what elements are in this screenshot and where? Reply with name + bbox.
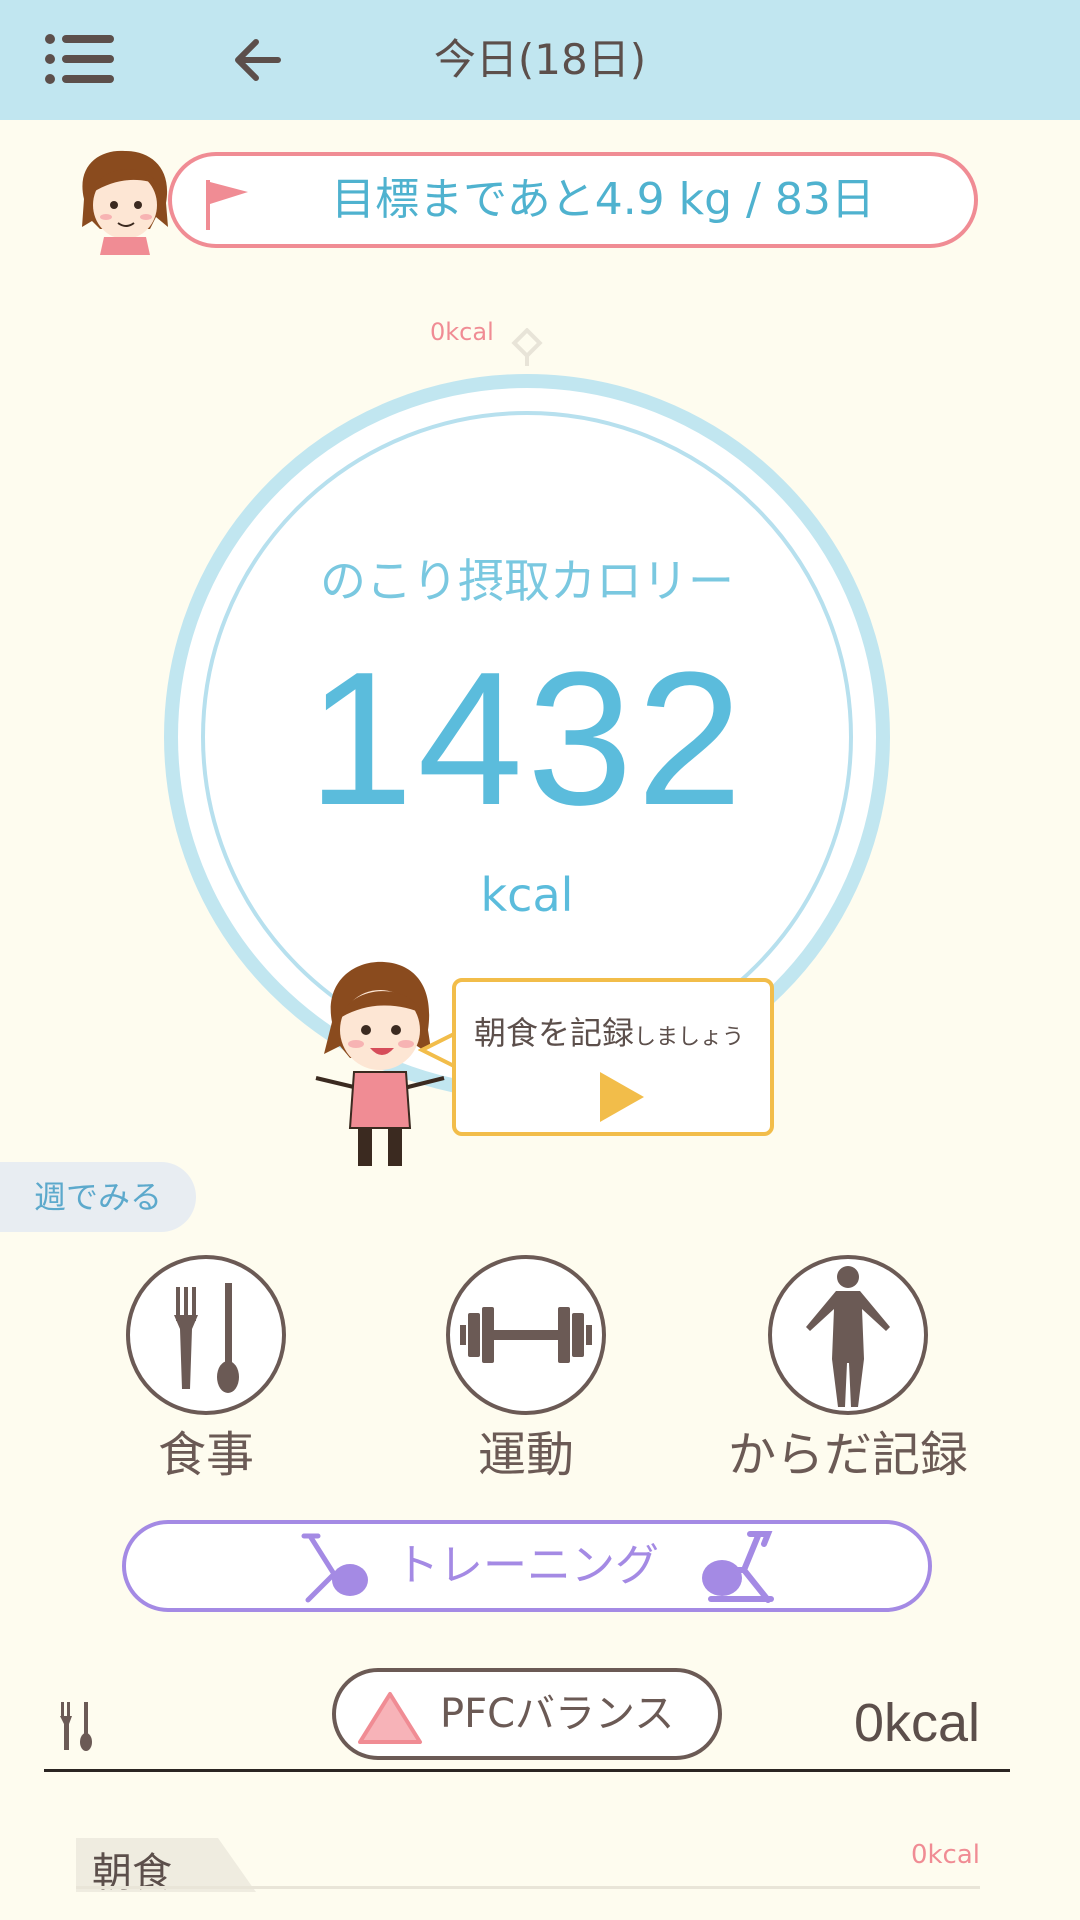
remaining-calorie-caption: のこり摂取カロリー <box>320 554 734 608</box>
pfc-balance-button[interactable]: PFCバランス <box>332 1668 722 1760</box>
pfc-balance-label: PFCバランス <box>440 1691 675 1737</box>
category-body-label: からだ記録 <box>727 1427 968 1483</box>
fork-knife-icon <box>60 1702 92 1751</box>
play-icon[interactable] <box>596 1070 646 1124</box>
training-button[interactable]: トレーニング <box>122 1520 932 1612</box>
page-title: 今日(18日) <box>433 35 647 84</box>
category-body-circle <box>768 1255 928 1415</box>
category-meal-button[interactable]: 食事 <box>86 1255 326 1485</box>
remaining-calorie-unit: kcal <box>480 868 574 922</box>
week-view-tab[interactable]: 週でみる <box>0 1162 196 1232</box>
body-figure-icon <box>806 1266 890 1407</box>
breakfast-kcal: 0kcal <box>910 1840 980 1870</box>
category-exercise-label: 運動 <box>477 1427 574 1483</box>
bubble-text: 朝食を記録しましょう <box>474 1008 744 1054</box>
category-exercise-button[interactable]: 運動 <box>406 1255 646 1485</box>
app-header: 今日(18日) <box>0 0 1080 120</box>
category-body-record-button[interactable]: からだ記録 <box>728 1255 968 1485</box>
exercise-bike-icon <box>702 1531 774 1603</box>
category-meal-circle <box>126 1255 286 1415</box>
goal-banner[interactable]: 目標まであと4.9 kg / 83日 <box>168 152 978 248</box>
fork-spoon-icon <box>174 1283 239 1393</box>
training-label: トレーニング <box>395 1540 659 1591</box>
triangle-icon <box>358 1692 422 1744</box>
dumbbell-icon <box>460 1307 592 1363</box>
goal-text: 目標まであと4.9 kg / 83日 <box>331 174 875 225</box>
remaining-calorie-value: 1432 <box>307 633 747 845</box>
ring-start-label: 0kcal <box>430 318 494 346</box>
category-exercise-circle <box>446 1255 606 1415</box>
bubble-main-text: 朝食を記録 <box>474 1014 635 1052</box>
breakfast-underline <box>76 1886 980 1889</box>
avatar-face-icon <box>82 150 168 255</box>
ring-marker-icon <box>511 328 543 366</box>
bubble-suffix-text: しましょう <box>634 1025 745 1050</box>
category-meal-label: 食事 <box>157 1427 254 1483</box>
breakfast-label: 朝食 <box>92 1850 172 1896</box>
record-breakfast-bubble[interactable]: 朝食を記録しましょう <box>452 978 774 1136</box>
section-divider <box>44 1769 1010 1772</box>
total-kcal-value: 0kcal <box>853 1693 980 1753</box>
